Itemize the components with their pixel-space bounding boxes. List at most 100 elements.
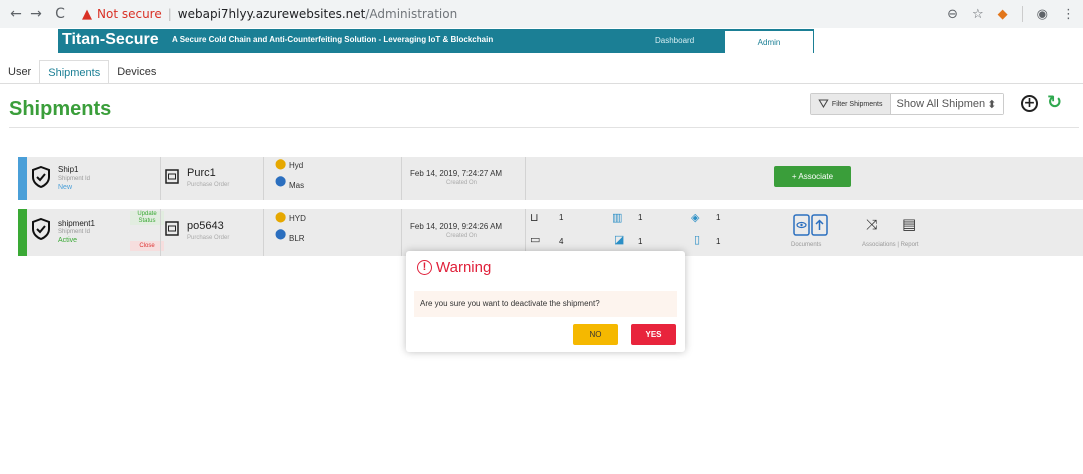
sensor-icon: ⊔ [530, 211, 539, 224]
shield-check-icon [32, 166, 50, 188]
update-status-button[interactable]: Update Status [130, 211, 164, 225]
shield-check-icon [32, 218, 50, 240]
warehouse-icon: ▥ [612, 211, 623, 224]
created-label: Created On [446, 233, 478, 239]
device-count: 1 [638, 213, 643, 222]
origin-location: HYD [289, 214, 306, 223]
warning-dialog: ! Warning Are you sure you want to deact… [406, 251, 685, 352]
tagline: A Secure Cold Chain and Anti-Counterfeit… [172, 35, 494, 44]
po-number: Purc1 [187, 167, 216, 179]
column-divider [160, 157, 161, 200]
column-divider [160, 209, 161, 256]
select-arrows-icon: ⬍ [987, 98, 997, 111]
warning-triangle-icon: ▲ [82, 6, 92, 22]
page-title: Shipments [9, 98, 112, 120]
yes-button[interactable]: YES [631, 324, 676, 345]
created-date: Feb 14, 2019, 9:24:26 AM [410, 222, 503, 231]
tab-shipments[interactable]: Shipments [39, 60, 110, 84]
tabs-divider [0, 83, 1083, 84]
url-host: webapi7hlyy.azurewebsites.net [177, 7, 366, 21]
documents-label: Documents [791, 242, 822, 248]
address-bar[interactable]: ▲ Not secure | webapi7hlyy.azurewebsites… [82, 3, 457, 25]
tracker-icon: ▭ [530, 233, 541, 246]
pallet-icon: ◪ [614, 233, 625, 246]
title-divider [9, 127, 1079, 128]
destination-location: Mas [289, 181, 305, 190]
metamask-extension-icon[interactable]: ◆ [998, 7, 1008, 22]
package-icon: ◈ [691, 211, 700, 224]
browser-actions: ⊖ ☆ ◆ ◉ ⋮ [947, 0, 1075, 28]
shipment-id-label: Shipment Id [58, 229, 91, 235]
bookmark-star-icon[interactable]: ☆ [972, 7, 984, 22]
zoom-icon[interactable]: ⊖ [947, 7, 958, 22]
browser-toolbar: ← → C ▲ Not secure | webapi7hlyy.azurewe… [0, 0, 1083, 28]
no-button[interactable]: NO [573, 324, 618, 345]
destination-location: BLR [289, 234, 305, 243]
po-number: po5643 [187, 220, 224, 232]
device-count: 1 [638, 237, 643, 246]
report-icon[interactable]: ▤ [902, 215, 916, 233]
created-label: Created On [446, 180, 478, 186]
column-divider [525, 209, 526, 256]
status-badge: Active [58, 237, 78, 244]
po-label: Purchase Order [187, 182, 230, 188]
profile-icon[interactable]: ◉ [1037, 7, 1048, 22]
device-count: 1 [716, 213, 721, 222]
filter-select[interactable]: Show All Shipmen ⬍ [890, 94, 1003, 114]
purchase-order-icon [165, 169, 179, 184]
menu-kebab-icon[interactable]: ⋮ [1062, 7, 1075, 22]
toolbar-divider [1021, 6, 1023, 22]
tab-user[interactable]: User [0, 60, 39, 84]
funnel-icon: ⛛ [818, 96, 829, 111]
column-divider [401, 157, 402, 200]
forward-icon[interactable]: → [26, 6, 46, 22]
status-color-bar [18, 157, 27, 200]
purchase-order-icon [165, 221, 179, 236]
not-secure-label: Not secure [97, 7, 162, 21]
device-count: 4 [559, 237, 564, 246]
filter-select-value: Show All Shipmen [896, 98, 986, 110]
refresh-icon[interactable]: ↻ [1047, 92, 1062, 113]
shipment-row-shipment1: shipment1 Shipment Id Active Update Stat… [18, 209, 1083, 256]
admin-tabs: User Shipments Devices [0, 60, 164, 84]
device-count: 1 [716, 237, 721, 246]
add-shipment-icon[interactable]: + [1021, 95, 1038, 112]
po-label: Purchase Order [187, 235, 230, 241]
back-icon[interactable]: ← [6, 6, 26, 22]
destination-pin-icon: ⬤ [275, 176, 287, 187]
created-date: Feb 14, 2019, 7:24:27 AM [410, 169, 503, 178]
nav-dashboard[interactable]: Dashboard [655, 36, 694, 45]
filter-group: ⛛ Filter Shipments Show All Shipmen ⬍ [810, 93, 1004, 115]
documents-icon[interactable] [793, 213, 831, 237]
shipment-name: Ship1 [58, 165, 79, 174]
url-path: /Administration [365, 7, 458, 21]
device-count: 1 [559, 213, 564, 222]
destination-pin-icon: ⬤ [275, 229, 287, 240]
dialog-title-text: Warning [436, 259, 492, 276]
column-divider [263, 209, 264, 256]
shipment-id-label: Shipment Id [58, 176, 91, 182]
close-shipment-button[interactable]: Close [130, 241, 164, 251]
brand-logo[interactable]: Titan-Secure [62, 31, 159, 49]
column-divider [401, 209, 402, 256]
associations-icon[interactable]: ⤨ [866, 217, 877, 233]
dialog-title: ! Warning [417, 259, 491, 276]
reload-icon[interactable]: C [50, 6, 70, 22]
filter-shipments-button[interactable]: ⛛ Filter Shipments [811, 94, 891, 114]
origin-pin-icon: ⬤ [275, 159, 287, 170]
column-divider [263, 157, 264, 200]
origin-location: Hyd [289, 161, 304, 170]
nav-admin[interactable]: Admin [725, 29, 813, 53]
filter-label: Filter Shipments [831, 100, 883, 108]
associate-button[interactable]: + Associate [774, 166, 851, 187]
origin-pin-icon: ⬤ [275, 212, 287, 223]
dialog-message: Are you sure you want to deactivate the … [414, 291, 677, 317]
app-header: Titan-Secure A Secure Cold Chain and Ant… [0, 29, 1083, 53]
warning-circle-icon: ! [417, 260, 432, 275]
shipment-row-ship1: Ship1 Shipment Id New Purc1 Purchase Ord… [18, 157, 1083, 200]
tab-devices[interactable]: Devices [109, 60, 164, 84]
url-separator: | [167, 7, 172, 21]
associations-report-label: Associations | Report [862, 242, 919, 248]
shipment-name: shipment1 [58, 219, 95, 228]
device-icon: ▯ [694, 233, 701, 246]
